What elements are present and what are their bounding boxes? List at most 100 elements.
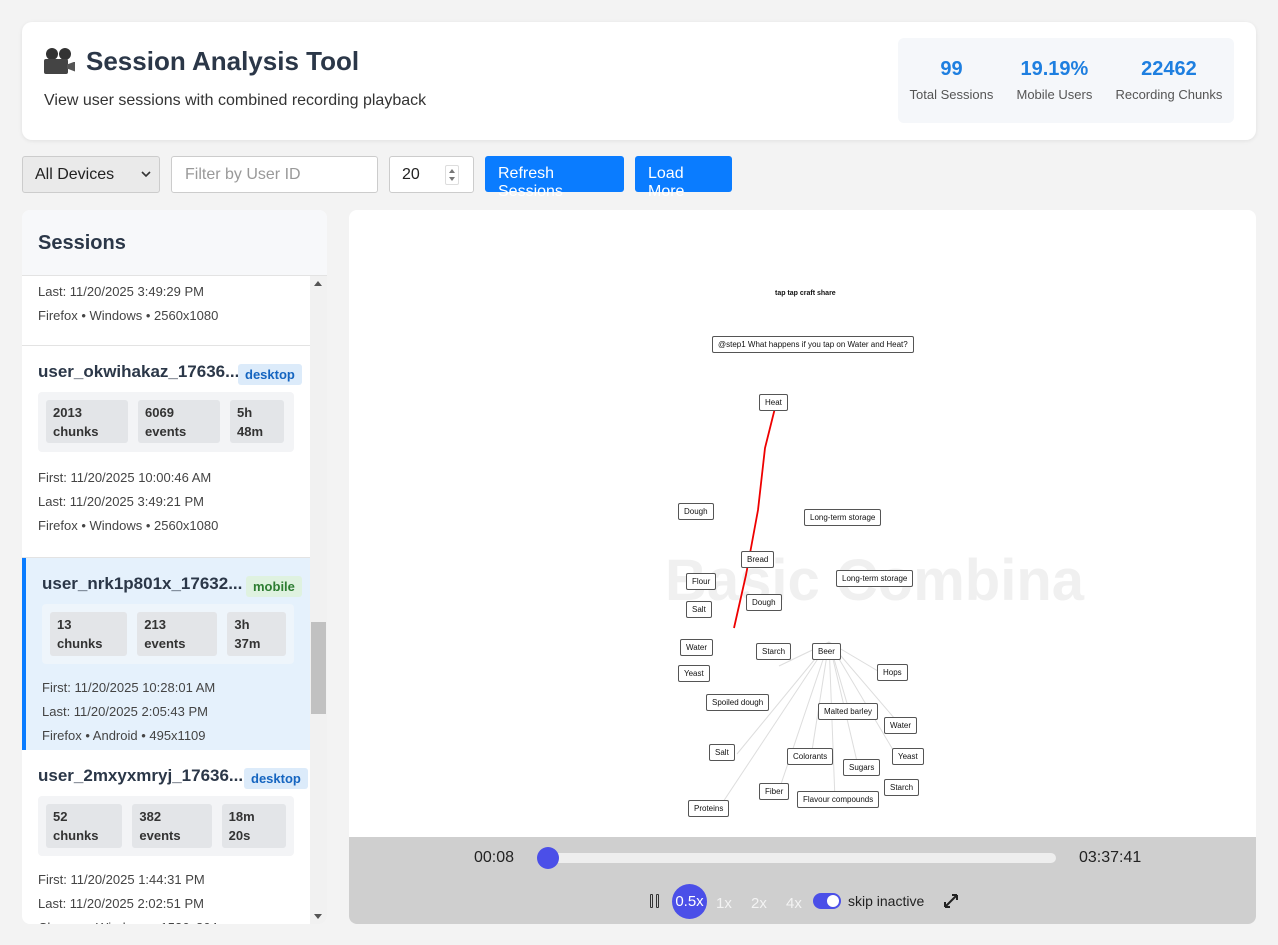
session-last: Last: 11/20/2025 2:02:51 PM: [38, 896, 204, 911]
number-spinner-icon[interactable]: [445, 165, 459, 185]
load-more-button[interactable]: Load More: [635, 156, 732, 200]
total-time: 03:37:41: [1079, 849, 1142, 866]
speed-1x-button[interactable]: 1x: [716, 895, 732, 912]
player-controls: 00:08 03:37:41 0.5x 1x 2x 4x skip inacti…: [349, 837, 1256, 924]
stat-value: 19.19%: [1020, 58, 1089, 80]
session-list[interactable]: Last: 11/20/2025 3:49:29 PM Firefox • Wi…: [22, 276, 310, 924]
chunks-chip: 52 chunks: [46, 804, 123, 848]
pause-icon[interactable]: [650, 894, 662, 908]
stat-label: Mobile Users: [1016, 87, 1093, 102]
element-node: Flavour compounds: [797, 791, 880, 808]
element-node: Proteins: [688, 800, 730, 817]
page-title: Session Analysis Tool: [86, 46, 360, 76]
duration-chip: 5h 48m: [230, 400, 284, 443]
element-node: Sugars: [843, 759, 881, 776]
session-last: Last: 11/20/2025 3:49:21 PM: [38, 494, 204, 509]
element-node: Yeast: [678, 665, 710, 682]
element-node: Salt: [709, 744, 735, 761]
element-node: Dough: [746, 594, 782, 611]
element-node: Water: [884, 717, 918, 734]
user-id-filter-placeholder: Filter by User ID: [185, 166, 301, 183]
element-node: Malted barley: [818, 703, 879, 720]
progress-track[interactable]: [541, 853, 1056, 863]
stat-total-sessions: 99 Total Sessions: [910, 58, 994, 123]
session-item[interactable]: Last: 11/20/2025 3:49:29 PM Firefox • Wi…: [22, 276, 310, 346]
scrollbar-thumb[interactable]: [311, 622, 326, 714]
header-card: Session Analysis Tool View user sessions…: [22, 22, 1256, 140]
session-last: Last: 11/20/2025 2:05:43 PM: [42, 704, 208, 719]
replay-canvas: Basic Combina tap tap craft share @step1…: [349, 210, 1256, 837]
device-badge: desktop: [244, 768, 308, 789]
events-chip: 6069 events: [138, 400, 220, 443]
replay-prompt: @step1 What happens if you tap on Water …: [712, 336, 914, 353]
limit-value: 20: [402, 166, 420, 183]
speed-4x-button[interactable]: 4x: [786, 895, 802, 912]
session-stats: 2013 chunks 6069 events 5h 48m: [38, 392, 294, 452]
movie-camera-icon: [44, 47, 76, 76]
stat-label: Total Sessions: [909, 87, 994, 102]
element-node: Long-term storage: [836, 570, 914, 587]
chevron-down-icon: [141, 171, 151, 178]
limit-number-input[interactable]: 20: [389, 156, 474, 193]
element-node: Salt: [686, 601, 712, 618]
element-node: Yeast: [892, 748, 924, 765]
element-node: Water: [680, 639, 714, 656]
events-chip: 213 events: [137, 612, 218, 656]
duration-chip: 18m 20s: [221, 804, 286, 848]
speed-0.5x-button[interactable]: 0.5x: [672, 884, 707, 919]
speed-2x-button[interactable]: 2x: [751, 895, 767, 912]
stat-value: 99: [940, 58, 963, 80]
session-first: First: 11/20/2025 10:28:01 AM: [42, 680, 216, 695]
element-node: Fiber: [759, 783, 790, 800]
session-env: Firefox • Windows • 2560x1080: [38, 518, 219, 533]
element-node: Long-term storage: [804, 509, 882, 526]
device-select-value: All Devices: [35, 166, 115, 183]
element-node: Flour: [686, 573, 717, 590]
page-subtitle: View user sessions with combined recordi…: [44, 92, 427, 109]
progress-knob[interactable]: [537, 847, 560, 869]
session-first: First: 11/20/2025 1:44:31 PM: [38, 872, 205, 887]
replay-background: Basic Combina: [665, 399, 1085, 809]
scroll-up-icon[interactable]: [314, 281, 322, 286]
skip-inactive-toggle[interactable]: [813, 893, 841, 909]
element-node: Dough: [678, 503, 714, 520]
scroll-down-icon[interactable]: [314, 914, 322, 919]
session-env: Firefox • Android • 495x1109: [42, 728, 206, 743]
session-stats: 13 chunks 213 events 3h 37m: [42, 604, 294, 664]
element-node: Starch: [884, 779, 920, 796]
fullscreen-icon[interactable]: [942, 892, 960, 910]
sessions-scrollbar[interactable]: [310, 276, 327, 924]
element-node: Beer: [812, 643, 841, 660]
chunks-chip: 2013 chunks: [46, 400, 128, 443]
duration-chip: 3h 37m: [227, 612, 286, 656]
replay-player: Basic Combina tap tap craft share @step1…: [349, 210, 1256, 924]
element-node: Bread: [741, 551, 775, 568]
sessions-heading: Sessions: [22, 210, 327, 276]
stat-label: Recording Chunks: [1115, 87, 1223, 102]
element-node: Hops: [877, 664, 908, 681]
stats-panel: 99 Total Sessions 19.19% Mobile Users 22…: [898, 38, 1234, 123]
stat-recording-chunks: 22462 Recording Chunks: [1115, 58, 1222, 123]
session-env: Chrome • Windows • 1536x864: [38, 916, 294, 924]
element-node: Colorants: [787, 748, 834, 765]
events-chip: 382 events: [132, 804, 212, 848]
session-item[interactable]: user_2mxyxmryj_17636... desktop 52 chunk…: [22, 750, 310, 924]
session-stats: 52 chunks 382 events 18m 20s: [38, 796, 294, 856]
session-item[interactable]: user_okwihakaz_17636... desktop 2013 chu…: [22, 346, 310, 558]
element-node: Starch: [756, 643, 792, 660]
refresh-sessions-button[interactable]: Refresh Sessions: [485, 156, 624, 200]
device-select[interactable]: All Devices: [22, 156, 160, 193]
session-item-selected[interactable]: user_nrk1p801x_17632... mobile 13 chunks…: [22, 558, 310, 750]
element-node: Heat: [759, 394, 788, 411]
filter-controls: All Devices Filter by User ID 20 Refresh…: [22, 156, 742, 200]
sessions-sidebar: Sessions Last: 11/20/2025 3:49:29 PM Fir…: [22, 210, 327, 924]
skip-inactive-label: skip inactive: [848, 893, 925, 909]
session-env: Firefox • Windows • 2560x1080: [38, 308, 219, 323]
element-node: Spoiled dough: [706, 694, 770, 711]
title-row: Session Analysis Tool: [44, 46, 359, 77]
stat-mobile-users: 19.19% Mobile Users: [1016, 58, 1092, 123]
session-last: Last: 11/20/2025 3:49:29 PM: [38, 284, 204, 299]
session-first: First: 11/20/2025 10:00:46 AM: [38, 470, 212, 485]
current-time: 00:08: [474, 849, 515, 866]
user-id-filter-input[interactable]: Filter by User ID: [171, 156, 378, 193]
